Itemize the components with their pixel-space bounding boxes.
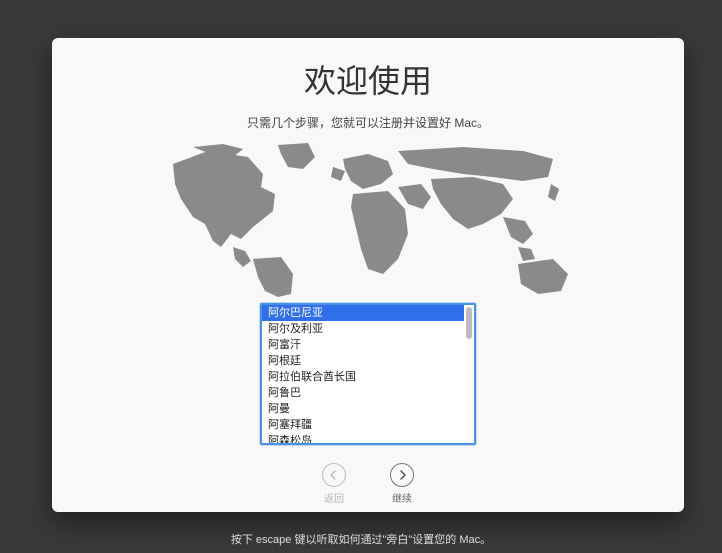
country-list[interactable]: 阿尔巴尼亚阿尔及利亚阿富汗阿根廷阿拉伯联合酋长国阿鲁巴阿曼阿塞拜疆阿森松岛 <box>260 303 476 445</box>
footer-hint: 按下 escape 键以听取如何通过"旁白"设置您的 Mac。 <box>0 531 722 547</box>
nav-buttons: 返回 继续 <box>322 463 414 505</box>
page-subtitle: 只需几个步骤，您就可以注册并设置好 Mac。 <box>247 114 489 131</box>
list-item[interactable]: 阿鲁巴 <box>262 385 464 401</box>
list-item[interactable]: 阿森松岛 <box>262 433 464 443</box>
page-title: 欢迎使用 <box>304 56 432 102</box>
setup-panel: 欢迎使用 只需几个步骤，您就可以注册并设置好 Mac。 <box>52 38 684 512</box>
list-scrollbar[interactable] <box>466 307 472 339</box>
list-item[interactable]: 阿尔巴尼亚 <box>262 305 464 321</box>
continue-label: 继续 <box>392 490 412 505</box>
list-item[interactable]: 阿拉伯联合酋长国 <box>262 369 464 385</box>
list-item[interactable]: 阿曼 <box>262 401 464 417</box>
continue-button[interactable]: 继续 <box>390 463 414 505</box>
back-button: 返回 <box>322 463 346 505</box>
back-label: 返回 <box>324 490 344 505</box>
list-item[interactable]: 阿尔及利亚 <box>262 321 464 337</box>
arrow-left-icon <box>322 463 346 487</box>
list-item[interactable]: 阿根廷 <box>262 353 464 369</box>
list-item[interactable]: 阿塞拜疆 <box>262 417 464 433</box>
world-map <box>153 139 583 299</box>
list-item[interactable]: 阿富汗 <box>262 337 464 353</box>
arrow-right-icon <box>390 463 414 487</box>
